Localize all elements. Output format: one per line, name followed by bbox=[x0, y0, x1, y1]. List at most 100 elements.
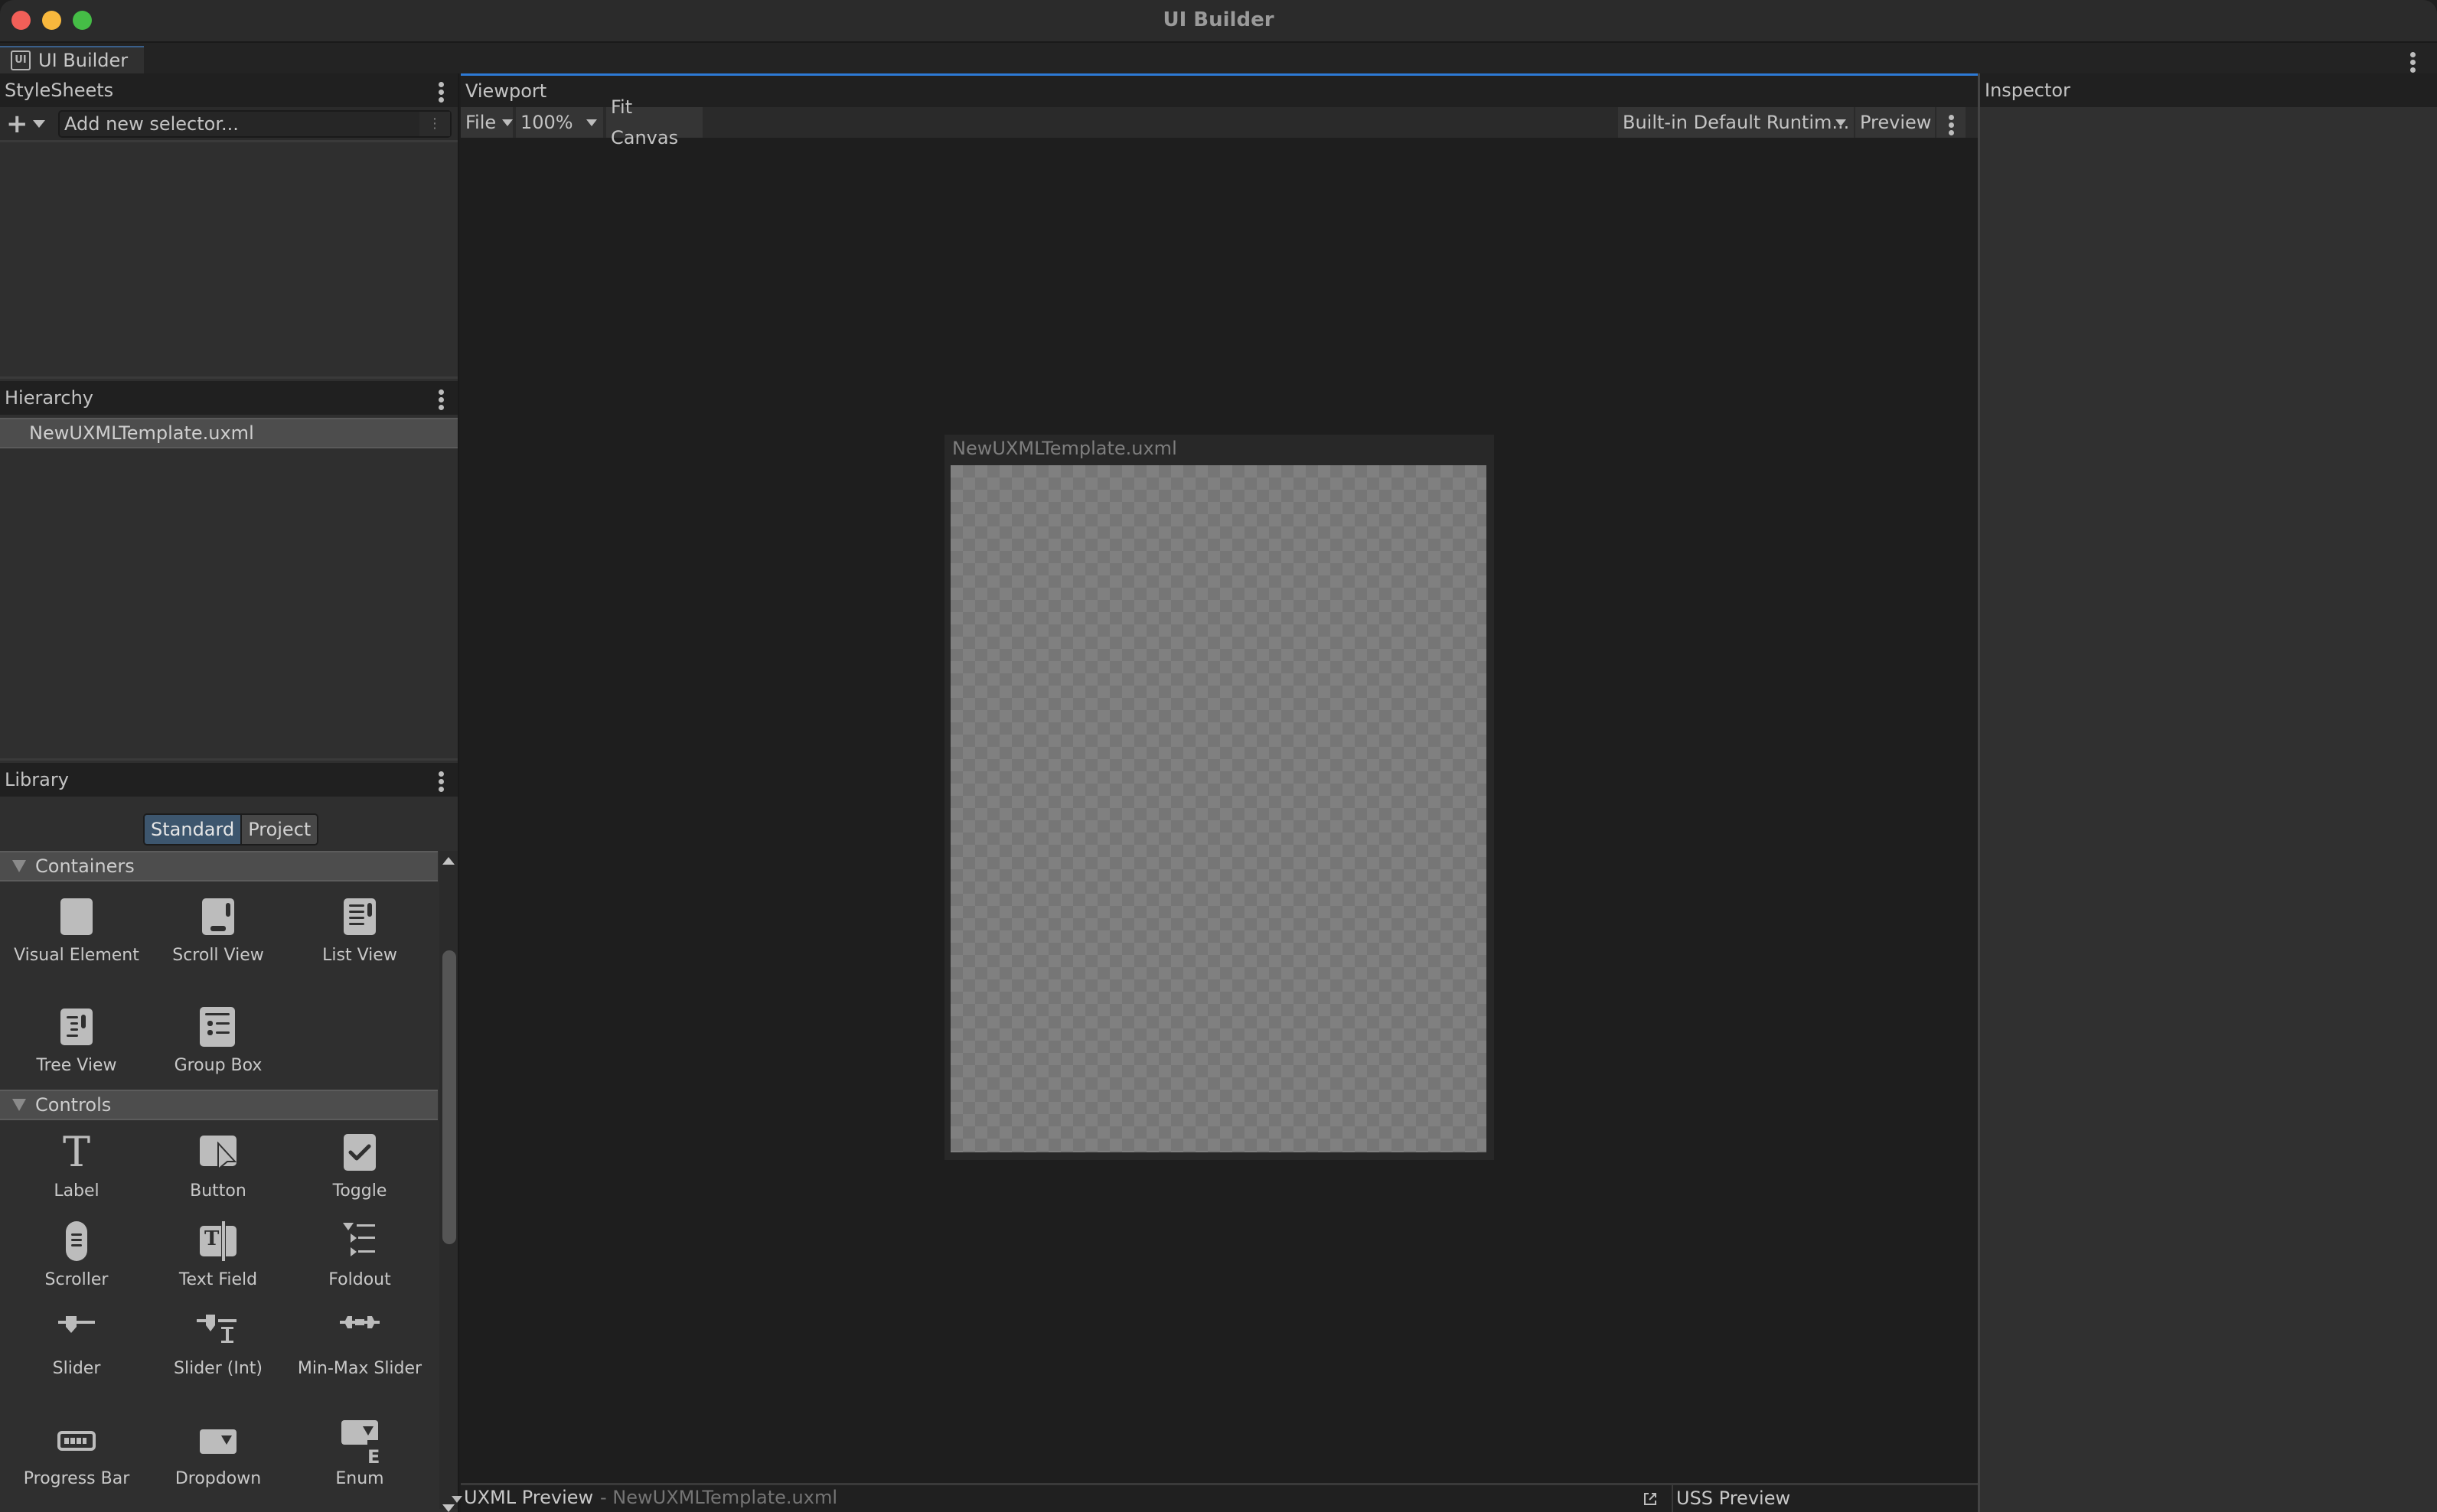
library-item-enum[interactable]: E Enum bbox=[295, 1419, 425, 1489]
chevron-down-icon bbox=[32, 120, 45, 128]
viewport-options-button[interactable] bbox=[1936, 107, 1966, 138]
button-icon bbox=[195, 1131, 241, 1177]
library-item-label-text: Enum bbox=[335, 1469, 384, 1488]
open-external-icon[interactable] bbox=[1643, 1491, 1658, 1507]
scroller-icon bbox=[54, 1220, 100, 1266]
hierarchy-options-kebab-icon[interactable] bbox=[438, 389, 444, 410]
section-label: Containers bbox=[35, 855, 135, 877]
tab-ui-builder[interactable]: UI UI Builder bbox=[0, 46, 144, 73]
library-item-label: Tree View bbox=[36, 1056, 117, 1075]
theme-dropdown[interactable]: Built-in Default Runtim... bbox=[1618, 107, 1854, 138]
library-item-label: Scroll View bbox=[172, 946, 264, 965]
add-selector-placeholder: Add new selector... bbox=[64, 113, 239, 135]
scroll-up-arrow-icon[interactable] bbox=[442, 857, 455, 865]
plus-icon: + bbox=[6, 109, 28, 139]
library-item-slider[interactable]: Slider bbox=[11, 1308, 142, 1379]
library-item-slider-int[interactable]: Slider (Int) bbox=[153, 1308, 283, 1379]
file-menu-label: File bbox=[465, 112, 497, 133]
library-item-tree-view[interactable]: Tree View bbox=[11, 1005, 142, 1076]
stylesheets-list bbox=[0, 145, 458, 379]
uxml-preview-file: - NewUXMLTemplate.uxml bbox=[600, 1487, 838, 1508]
expand-arrow-icon bbox=[12, 1099, 26, 1111]
library-tab-group: Standard Project bbox=[143, 813, 319, 846]
tab-project[interactable]: Project bbox=[242, 815, 318, 844]
min-max-slider-icon bbox=[337, 1308, 383, 1354]
hierarchy-item-document[interactable]: NewUXMLTemplate.uxml bbox=[0, 418, 458, 448]
uss-preview-title[interactable]: USS Preview bbox=[1676, 1488, 1790, 1509]
foldout-icon bbox=[337, 1220, 383, 1266]
uxml-preview-bar: UXML Preview - NewUXMLTemplate.uxml USS … bbox=[452, 1483, 1978, 1512]
left-panel: StyleSheets + Add new selector... ⋮ Hier… bbox=[0, 73, 459, 1512]
dropdown-icon bbox=[195, 1419, 241, 1465]
library-item-scroller[interactable]: Scroller bbox=[11, 1220, 142, 1290]
hierarchy-header: Hierarchy bbox=[0, 381, 458, 415]
stylesheets-options-kebab-icon[interactable] bbox=[438, 82, 444, 103]
library-item-scroll-view[interactable]: Scroll View bbox=[153, 895, 283, 966]
chevron-down-icon bbox=[1835, 119, 1846, 126]
add-selector-input[interactable]: Add new selector... ⋮ bbox=[58, 110, 452, 138]
library-item-label-text: Button bbox=[190, 1181, 246, 1201]
viewport-panel: Viewport File 100% Fit Canvas Built-in D… bbox=[452, 73, 1978, 1512]
hierarchy-title: Hierarchy bbox=[5, 387, 94, 409]
library-item-button[interactable]: Button bbox=[153, 1131, 283, 1201]
slider-icon bbox=[54, 1308, 100, 1354]
slider-int-icon bbox=[195, 1308, 241, 1354]
window-options-kebab-icon[interactable] bbox=[2409, 52, 2416, 73]
theme-value: Built-in Default Runtim... bbox=[1623, 112, 1850, 133]
zoom-dropdown[interactable]: 100% bbox=[516, 107, 603, 138]
visual-element-icon bbox=[54, 895, 100, 941]
scroll-down-arrow-icon[interactable] bbox=[442, 1504, 455, 1512]
library-item-label-text: Label bbox=[54, 1181, 100, 1201]
canvas-area[interactable] bbox=[951, 465, 1486, 1152]
library-item-dropdown[interactable]: Dropdown bbox=[153, 1419, 283, 1489]
library-item-visual-element[interactable]: Visual Element bbox=[11, 895, 142, 966]
file-menu-button[interactable]: File bbox=[461, 107, 514, 138]
svg-text:E: E bbox=[367, 1446, 380, 1465]
tree-view-icon bbox=[54, 1005, 100, 1051]
library-header: Library bbox=[0, 763, 458, 797]
chevron-down-icon bbox=[502, 119, 514, 126]
library-item-list-view[interactable]: List View bbox=[295, 895, 425, 966]
group-box-icon bbox=[195, 1005, 241, 1051]
uxml-preview-title[interactable]: UXML Preview bbox=[464, 1487, 593, 1508]
scroll-view-icon bbox=[195, 895, 241, 941]
library-item-min-max-slider[interactable]: Min-Max Slider bbox=[295, 1308, 425, 1379]
inspector-header: Inspector bbox=[1980, 73, 2437, 107]
section-controls-header[interactable]: Controls bbox=[0, 1090, 438, 1120]
add-stylesheet-dropdown-button[interactable]: + bbox=[6, 109, 54, 139]
section-containers-header[interactable]: Containers bbox=[0, 851, 438, 881]
canvas-title[interactable]: NewUXMLTemplate.uxml bbox=[952, 438, 1177, 459]
collapse-arrow-icon[interactable] bbox=[452, 1496, 462, 1503]
library-item-label-text: Foldout bbox=[328, 1270, 391, 1289]
library-options-kebab-icon[interactable] bbox=[438, 771, 444, 792]
window-title-bar: UI Builder bbox=[0, 0, 2437, 43]
library-item-group-box[interactable]: Group Box bbox=[153, 1005, 283, 1076]
preview-toggle-button[interactable]: Preview bbox=[1855, 107, 1935, 138]
fit-canvas-button[interactable]: Fit Canvas bbox=[606, 96, 703, 148]
library-item-text-field[interactable]: T Text Field bbox=[153, 1220, 283, 1290]
selector-options-icon[interactable]: ⋮ bbox=[419, 112, 450, 136]
library-item-label: Group Box bbox=[174, 1056, 263, 1075]
canvas-frame: NewUXMLTemplate.uxml bbox=[944, 435, 1494, 1160]
library-item-foldout[interactable]: Foldout bbox=[295, 1220, 425, 1290]
library-item-progress-bar[interactable]: Progress Bar bbox=[11, 1419, 142, 1489]
tab-label: UI Builder bbox=[38, 50, 129, 71]
library-item-toggle[interactable]: Toggle bbox=[295, 1131, 425, 1201]
label-icon: T bbox=[62, 1128, 91, 1176]
text-field-icon: T bbox=[195, 1220, 241, 1266]
library-item-label-text: Slider bbox=[52, 1359, 101, 1378]
enum-icon: E bbox=[337, 1419, 383, 1468]
library-item-label-text: Progress Bar bbox=[23, 1469, 130, 1488]
library-scrollbar[interactable] bbox=[439, 851, 458, 1512]
library-item-label-text: Min-Max Slider bbox=[297, 1359, 422, 1378]
library-item-label-text: Slider (Int) bbox=[174, 1359, 263, 1378]
tab-standard[interactable]: Standard bbox=[145, 815, 243, 844]
scrollbar-thumb[interactable] bbox=[442, 950, 456, 1244]
library-item-label[interactable]: T Label bbox=[11, 1131, 142, 1201]
editor-tab-bar: UI UI Builder bbox=[0, 43, 2437, 73]
zoom-value: 100% bbox=[520, 112, 573, 133]
stylesheets-toolbar: + Add new selector... ⋮ bbox=[0, 107, 458, 142]
inspector-title: Inspector bbox=[1985, 80, 2070, 101]
list-view-icon bbox=[337, 895, 383, 941]
ui-builder-icon: UI bbox=[11, 51, 31, 70]
